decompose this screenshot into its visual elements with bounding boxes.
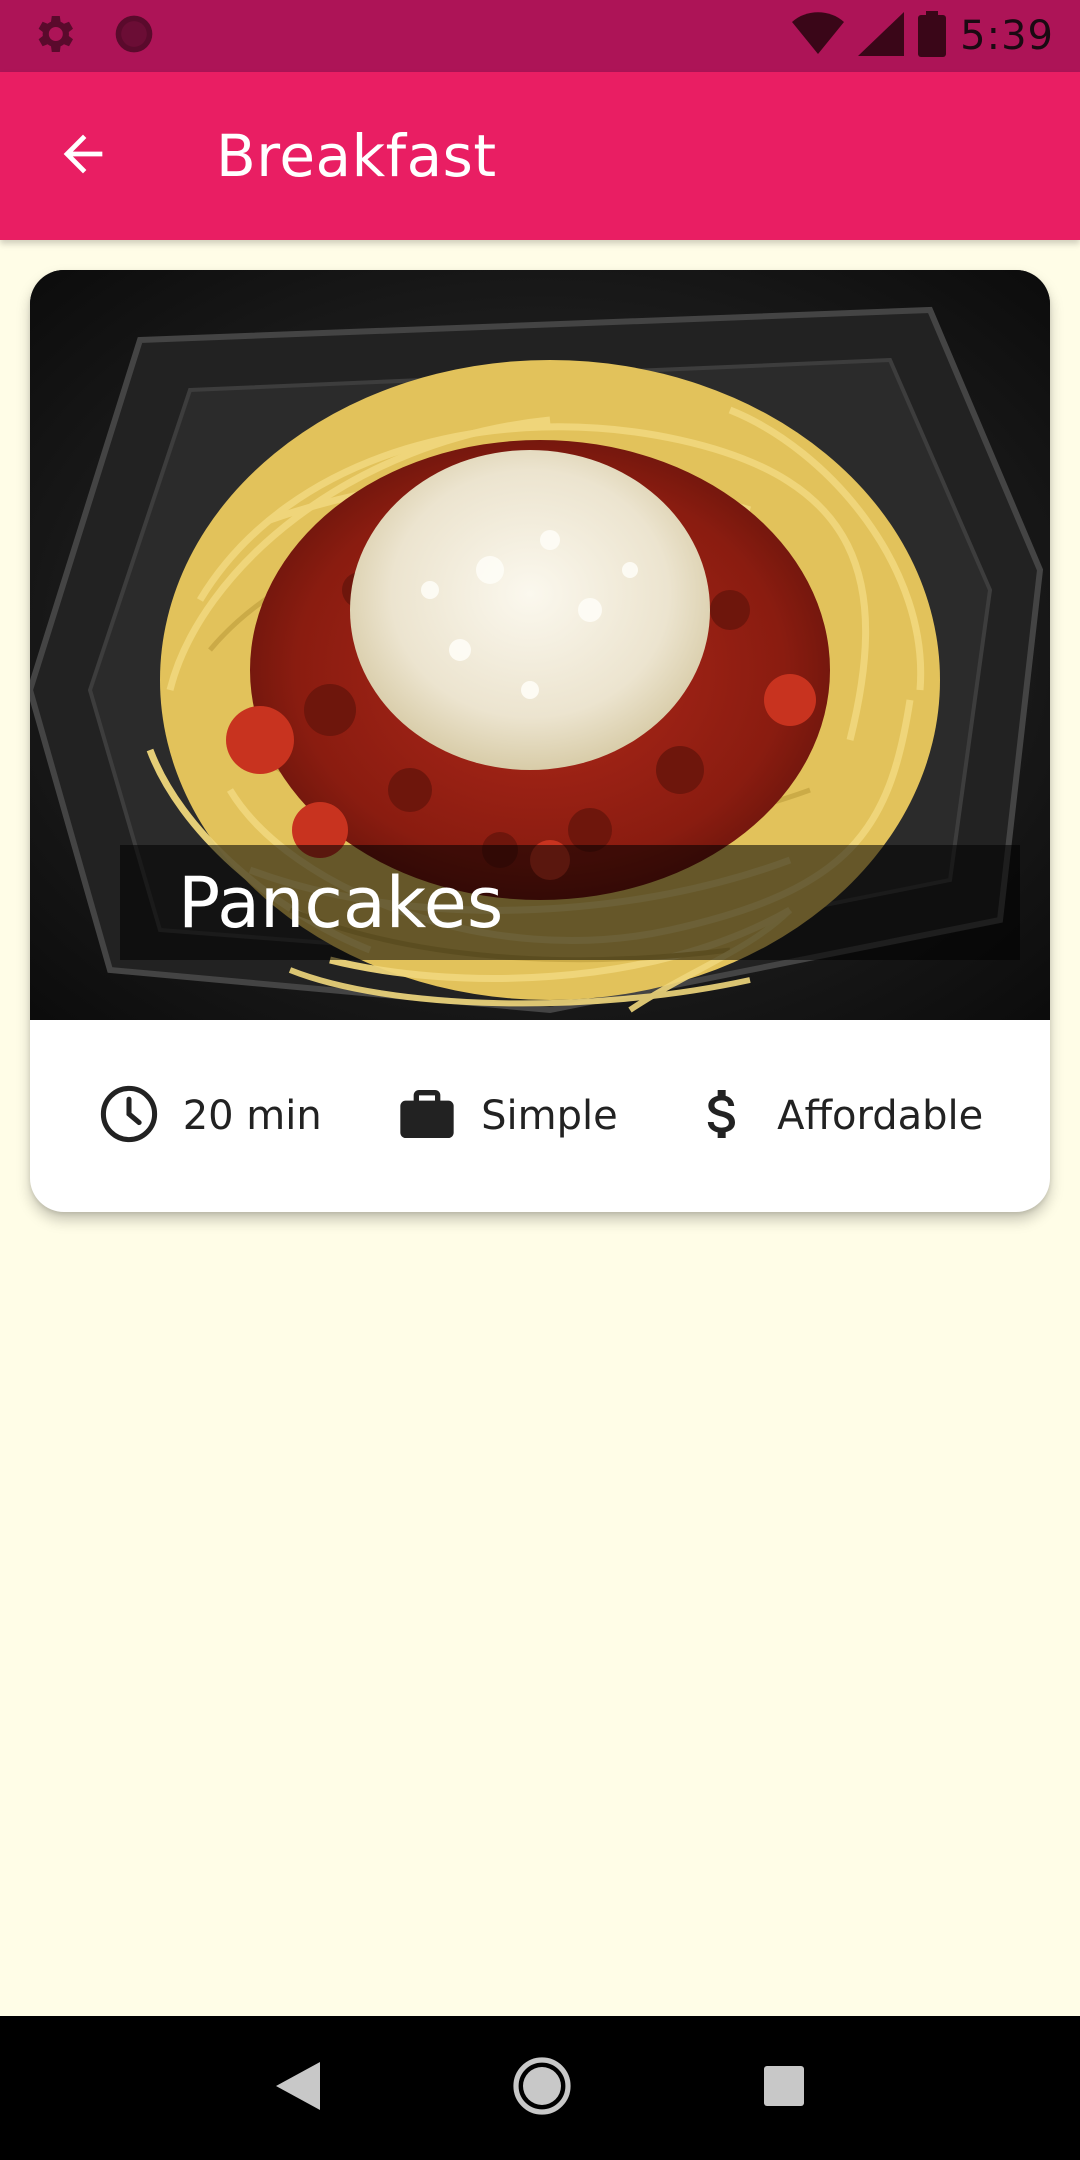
home-circle-icon[interactable] — [512, 2056, 572, 2120]
arrow-back-icon — [54, 125, 112, 187]
briefcase-icon — [395, 1082, 459, 1150]
recipe-title: Pancakes — [178, 861, 504, 944]
page-title: Breakfast — [216, 122, 497, 190]
recipe-info-row: 20 min Simple Affordable — [30, 1020, 1050, 1212]
status-left — [30, 10, 156, 62]
record-icon — [112, 12, 156, 60]
affordability-info: Affordable — [691, 1082, 983, 1150]
affordability-label: Affordable — [777, 1093, 984, 1139]
duration-label: 20 min — [182, 1093, 322, 1139]
navigation-bar — [0, 2016, 1080, 2160]
duration-info: 20 min — [97, 1082, 322, 1150]
settings-icon — [30, 10, 78, 62]
status-right: 5:39 — [792, 11, 1054, 61]
wifi-icon — [792, 12, 845, 60]
status-time: 5:39 — [960, 13, 1054, 59]
complexity-label: Simple — [481, 1093, 618, 1139]
recipe-title-overlay: Pancakes — [120, 845, 1020, 960]
dollar-icon — [691, 1082, 755, 1150]
battery-icon — [918, 11, 947, 61]
status-bar: 5:39 — [0, 0, 1080, 72]
app-bar: Breakfast — [0, 72, 1080, 240]
recipe-image: Pancakes — [30, 270, 1050, 1020]
complexity-info: Simple — [395, 1082, 618, 1150]
signal-icon — [858, 12, 905, 60]
back-triangle-icon[interactable] — [276, 2062, 320, 2114]
recipe-card[interactable]: Pancakes 20 min Simple Affordable — [30, 270, 1050, 1212]
clock-icon — [97, 1082, 161, 1150]
recents-square-icon[interactable] — [764, 2066, 804, 2110]
back-button[interactable] — [28, 101, 138, 211]
